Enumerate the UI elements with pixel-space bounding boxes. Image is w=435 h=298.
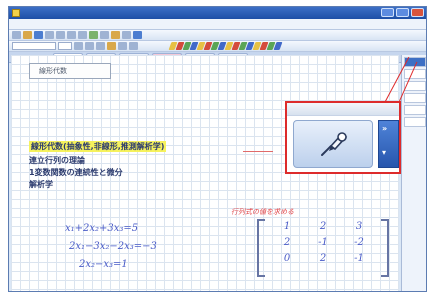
size-selector[interactable] [58,42,72,50]
save-icon[interactable] [34,31,43,39]
matrix-cell: -2 [354,237,364,248]
minimize-button[interactable] [381,8,394,17]
matrix-cell: 2 [283,237,291,248]
annotation-line [243,151,273,152]
window-controls [381,8,424,17]
pen-icon [321,132,348,156]
highlight-icon[interactable] [107,42,116,50]
tool-options-button[interactable]: » ▾ [378,120,399,168]
handwritten-matrix[interactable]: 1 2 3 2 -1 -2 0 2 -1 [257,219,389,277]
menu-bar [9,19,426,30]
matrix-cell: 2 [319,253,327,264]
handwritten-equation[interactable]: 2x₁−3x₂−2x₃=−3 [69,241,157,252]
page-list-panel [401,55,426,291]
note-line[interactable]: 1変数関数の連続性と微分 [29,167,123,178]
page-list-item[interactable] [404,93,426,103]
print-icon[interactable] [45,31,54,39]
matrix-right-bracket [381,219,389,277]
pen-palette [168,42,283,50]
matrix-left-bracket [257,219,265,277]
formatting-toolbar [9,41,426,52]
font-selector[interactable] [12,42,56,50]
matrix-cells: 1 2 3 2 -1 -2 0 2 -1 [269,221,377,264]
view-icon[interactable] [133,31,142,39]
note-line[interactable]: 連立行列の理論 [29,155,85,166]
indent-icon[interactable] [129,42,138,50]
bullet-icon[interactable] [118,42,127,50]
matrix-cell: -1 [354,253,364,264]
handwritten-equation[interactable]: x₁+2x₂+3x₃=5 [65,223,138,234]
note-line[interactable]: 解析学 [29,179,53,190]
italic-icon[interactable] [85,42,94,50]
double-chevron-right-icon: » [382,124,388,133]
matrix-cell: 2 [319,221,327,232]
page-title[interactable]: 線形代数 [29,63,111,79]
matrix-cell: 3 [355,221,363,232]
page-list-item[interactable] [404,117,426,127]
pen-icon[interactable] [273,42,283,50]
redo-icon[interactable] [100,31,109,39]
bold-icon[interactable] [74,42,83,50]
underline-icon[interactable] [96,42,105,50]
dropdown-chevron-icon: ▾ [382,148,387,157]
title-bar [9,7,426,19]
undo-icon[interactable] [89,31,98,39]
callout-toolbar-strip [287,103,399,116]
page-list-item[interactable] [404,105,426,115]
standard-toolbar [9,30,426,41]
tool-icon[interactable] [122,31,131,39]
matrix-cell: 1 [283,221,291,232]
app-icon [12,9,20,17]
paste-icon[interactable] [78,31,87,39]
zoom-callout: » ▾ [285,101,401,174]
page-list-item[interactable] [404,69,426,79]
search-icon[interactable] [111,31,120,39]
open-icon[interactable] [23,31,32,39]
pen-tool-button[interactable] [293,120,373,168]
handwritten-equation[interactable]: 2x₂−x₃=1 [79,259,128,270]
note-line[interactable]: 線形代数(抽象性,非線形,推測解析学) [29,141,167,152]
matrix-cell: 0 [283,253,291,264]
copy-icon[interactable] [67,31,76,39]
handwritten-annotation[interactable]: 行列式の値を求める [231,207,294,217]
matrix-cell: -1 [318,237,328,248]
close-button[interactable] [411,8,424,17]
new-icon[interactable] [12,31,21,39]
maximize-button[interactable] [396,8,409,17]
cut-icon[interactable] [56,31,65,39]
